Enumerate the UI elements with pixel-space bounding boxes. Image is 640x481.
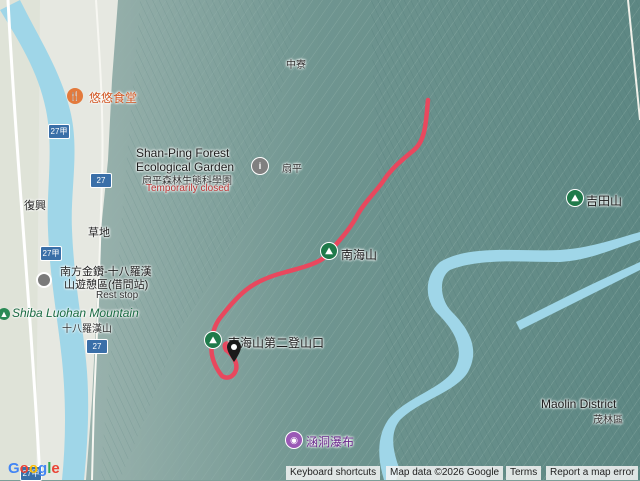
route-shield-27: 27 [86, 339, 108, 354]
handong-falls-label[interactable]: 涵洞瀑布 [306, 433, 354, 450]
caodi-label: 草地 [88, 227, 110, 239]
location-pin-icon[interactable] [227, 340, 241, 362]
hiking-icon[interactable]: ⛰ [566, 189, 584, 207]
rest-stop-label: Rest stop [96, 290, 139, 301]
jitian-label[interactable]: 吉田山 [586, 192, 622, 209]
location-pin-icon[interactable] [36, 272, 52, 288]
fuxing-label: 復興 [24, 200, 46, 212]
hiking-icon[interactable]: ⛰ [204, 331, 222, 349]
google-logo: Google [8, 460, 60, 477]
route-shield-27a: 27甲 [48, 124, 70, 139]
route-shield-27: 27 [90, 173, 112, 188]
trailhead-label[interactable]: 南海山第二登山口 [228, 334, 324, 351]
terms-link[interactable]: Terms [506, 466, 542, 480]
shanping-pin-label: 扇平 [282, 164, 302, 175]
shiba-luohan-zh-label: 十八羅漢山 [62, 324, 112, 335]
youyou-restaurant-label[interactable]: 悠悠食堂 [89, 89, 137, 106]
lowland-fields [0, 0, 40, 480]
zhongliao-label: 中寮 [286, 60, 306, 71]
temporarily-closed-label: Temporarily closed [146, 183, 230, 194]
hiking-icon[interactable]: ⛰ [320, 242, 338, 260]
peak-nanhai-label[interactable]: 南海山 [341, 246, 377, 263]
report-map-error-link[interactable]: Report a map error [546, 466, 639, 480]
map-data-attribution: Map data ©2026 Google [386, 466, 504, 480]
shanping-en-label[interactable]: Shan-Ping Forest [136, 146, 229, 160]
keyboard-shortcuts-link[interactable]: Keyboard shortcuts [286, 466, 381, 480]
camera-icon[interactable]: ◉ [285, 431, 303, 449]
info-icon[interactable]: i [251, 157, 269, 175]
restaurant-icon[interactable]: 🍴 [67, 88, 83, 104]
maolin-zh-label: 茂林區 [593, 415, 623, 426]
maolin-en-label: Maolin District [541, 397, 617, 411]
shiba-luohan-label[interactable]: Shiba Luohan Mountain [12, 306, 139, 320]
route-shield-27a: 27甲 [40, 246, 62, 261]
